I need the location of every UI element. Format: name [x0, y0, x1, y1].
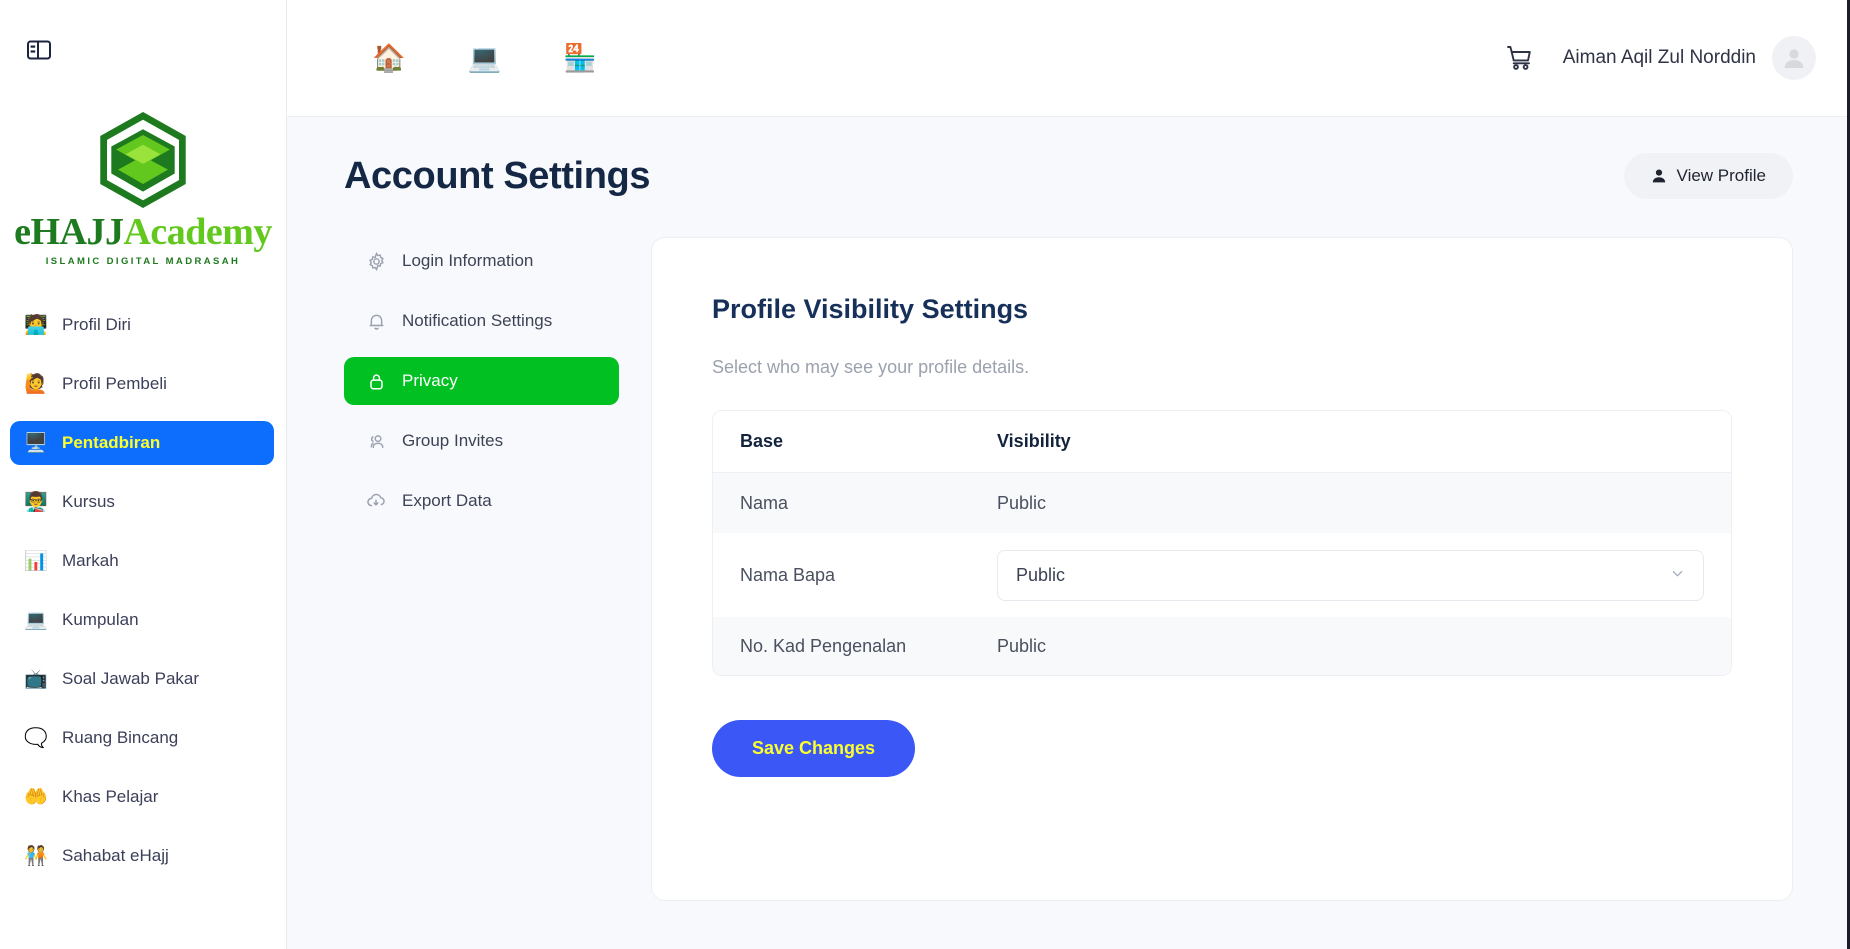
settings-body: Login Information Notification Settings [344, 237, 1793, 901]
sidebar-item-profil-pembeli[interactable]: 🙋 Profil Pembeli [10, 362, 274, 406]
page-title: Account Settings [344, 154, 651, 197]
home-icon[interactable]: 🏠 [372, 44, 406, 72]
table-row: Nama Public [713, 473, 1731, 533]
people-icon [366, 431, 386, 451]
sidebar-item-label: Sahabat eHajj [62, 846, 169, 865]
row-base-label: No. Kad Pengenalan [740, 635, 907, 656]
buyer-profile-icon: 🙋 [24, 373, 48, 395]
sidebar-item-label: Soal Jawab Pakar [62, 669, 200, 688]
kaaba-cube-logo [100, 112, 186, 208]
group-icon: 💻 [24, 609, 48, 631]
tab-privacy[interactable]: Privacy [344, 357, 619, 405]
tab-login-information[interactable]: Login Information [344, 237, 619, 285]
lock-icon [366, 371, 386, 391]
page-content: Account Settings View Profile Login Info… [287, 117, 1850, 949]
sidebar-item-kumpulan[interactable]: 💻 Kumpulan [10, 598, 274, 642]
sidebar-item-label: Kursus [62, 492, 115, 511]
sidebar-item-label: Khas Pelajar [62, 787, 159, 806]
column-header-base: Base [740, 431, 784, 451]
table-header-row: Base Visibility [713, 411, 1731, 473]
bell-icon [366, 311, 386, 331]
visibility-table: Base Visibility Nama Public Nama Bapa Pu [712, 410, 1732, 676]
tab-group-invites[interactable]: Group Invites [344, 417, 619, 465]
gear-icon [366, 251, 386, 271]
store-icon[interactable]: 🏪 [563, 44, 597, 72]
sidebar-nav: 🧑‍💻 Profil Diri 🙋 Profil Pembeli 🖥️ Pent… [0, 303, 286, 878]
sidebar-item-label: Ruang Bincang [62, 728, 179, 747]
row-base-label: Nama Bapa [740, 564, 836, 585]
topbar-right: Aiman Aqil Zul Norddin [1506, 36, 1816, 80]
sidebar-item-pentadbiran[interactable]: 🖥️ Pentadbiran [10, 421, 274, 465]
user-avatar-icon [1784, 49, 1804, 68]
topbar-quick-links: 🏠 💻 🏪 [287, 44, 597, 72]
shopping-cart-icon[interactable] [1506, 45, 1533, 71]
sidebar-item-markah[interactable]: 📊 Markah [10, 539, 274, 583]
row-base-label: Nama [740, 492, 789, 513]
sidebar-item-label: Kumpulan [62, 610, 139, 629]
brand-tagline: ISLAMIC DIGITAL MADRASAH [45, 256, 241, 267]
table-row: No. Kad Pengenalan Public [713, 617, 1731, 675]
tab-label: Export Data [402, 491, 492, 510]
sidebar-item-label: Profil Pembeli [62, 374, 167, 393]
student-special-icon: 🤲 [24, 786, 48, 808]
view-profile-button[interactable]: View Profile [1623, 153, 1793, 199]
page-header: Account Settings View Profile [344, 153, 1793, 199]
settings-tab-list: Login Information Notification Settings [344, 237, 619, 901]
discussion-icon: 🗨️ [24, 727, 48, 749]
visibility-select[interactable]: Public [997, 549, 1704, 601]
sidebar-item-kursus[interactable]: 👨‍🏫 Kursus [10, 480, 274, 524]
sidebar-item-soal-jawab-pakar[interactable]: 📺 Soal Jawab Pakar [10, 657, 274, 701]
sidebar-item-profil-diri[interactable]: 🧑‍💻 Profil Diri [10, 303, 274, 347]
panel-subtitle: Select who may see your profile details. [712, 357, 1030, 377]
sidebar: eHAJJ Academy ISLAMIC DIGITAL MADRASAH 🧑‍… [0, 0, 287, 949]
sidebar-item-ruang-bincang[interactable]: 🗨️ Ruang Bincang [10, 716, 274, 760]
table-row: Nama Bapa Public [713, 533, 1731, 617]
column-header-visibility: Visibility [997, 431, 1071, 451]
app-root: eHAJJ Academy ISLAMIC DIGITAL MADRASAH 🧑‍… [0, 0, 1850, 949]
brand-logo[interactable]: eHAJJ Academy ISLAMIC DIGITAL MADRASAH [0, 100, 286, 285]
row-visibility-value: Public [997, 492, 1047, 513]
elearning-icon[interactable]: 💻 [468, 44, 502, 72]
avatar[interactable] [1772, 36, 1816, 80]
panel-toggle-icon[interactable] [24, 35, 54, 65]
sidebar-item-sahabat-ehajj[interactable]: 🧑‍🤝‍🧑 Sahabat eHajj [10, 834, 274, 878]
tab-label: Group Invites [402, 431, 504, 450]
tab-label: Notification Settings [402, 311, 553, 330]
topbar: 🏠 💻 🏪 Aiman Aqil Zul Norddin [287, 0, 1850, 117]
row-visibility-control: Public [997, 549, 1731, 601]
view-profile-label: View Profile [1676, 166, 1766, 185]
brand-name-part1: eHAJJ [14, 211, 124, 253]
main-area: 🏠 💻 🏪 Aiman Aqil Zul Norddin Account Set… [287, 0, 1850, 949]
sidebar-item-label: Pentadbiran [62, 433, 161, 452]
brand-wordmark: eHAJJ Academy [14, 210, 272, 254]
user-name: Aiman Aqil Zul Norddin [1562, 47, 1756, 68]
sidebar-item-label: Profil Diri [62, 315, 131, 334]
expert-qa-icon: 📺 [24, 668, 48, 690]
row-visibility-value: Public [997, 635, 1047, 656]
sidebar-item-khas-pelajar[interactable]: 🤲 Khas Pelajar [10, 775, 274, 819]
admin-icon: 🖥️ [24, 432, 48, 454]
user-menu[interactable]: Aiman Aqil Zul Norddin [1563, 36, 1816, 80]
chevron-down-icon [1670, 565, 1685, 586]
sidebar-toggle-row [0, 0, 286, 100]
panel-title: Profile Visibility Settings [712, 294, 1029, 324]
tab-label: Login Information [402, 251, 534, 270]
visibility-select-value: Public [1016, 564, 1066, 585]
tab-label: Privacy [402, 371, 458, 390]
score-chart-icon: 📊 [24, 550, 48, 572]
brand-name-part2: Academy [123, 211, 272, 253]
save-changes-button[interactable]: Save Changes [712, 720, 916, 777]
tab-notification-settings[interactable]: Notification Settings [344, 297, 619, 345]
privacy-panel: Profile Visibility Settings Select who m… [651, 237, 1793, 901]
cloud-download-icon [366, 491, 386, 511]
tab-export-data[interactable]: Export Data [344, 477, 619, 525]
person-icon [1652, 169, 1665, 183]
sidebar-item-label: Markah [62, 551, 119, 570]
course-icon: 👨‍🏫 [24, 491, 48, 513]
friends-icon: 🧑‍🤝‍🧑 [24, 845, 48, 867]
user-profile-icon: 🧑‍💻 [24, 314, 48, 336]
